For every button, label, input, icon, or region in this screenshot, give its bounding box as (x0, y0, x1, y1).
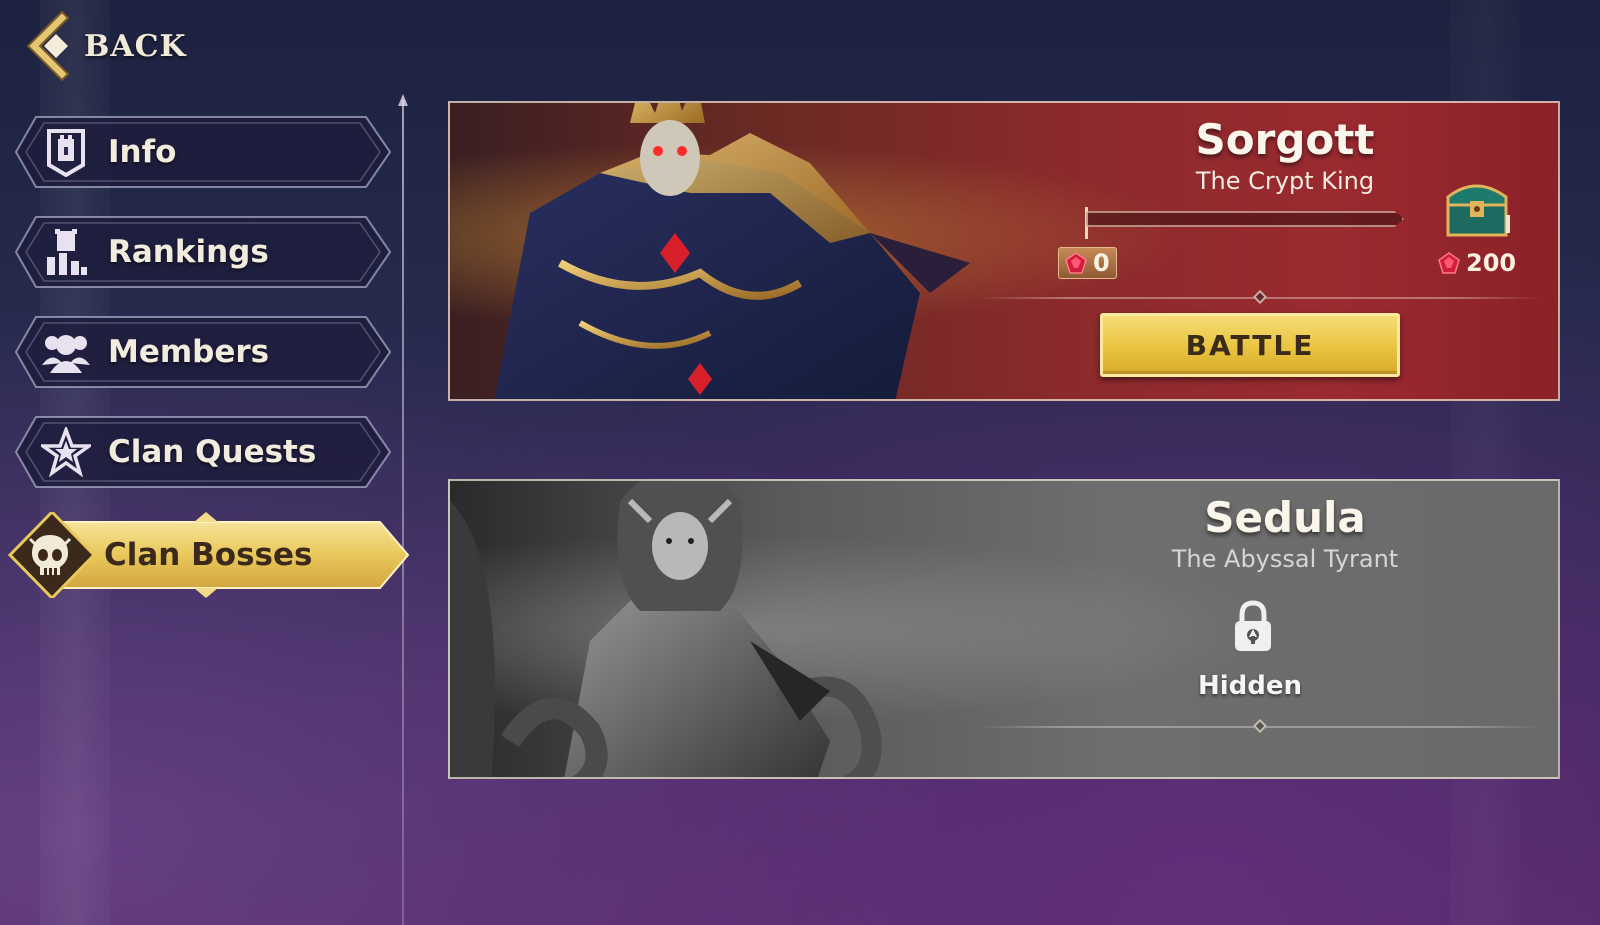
damage-progress-bar (1086, 211, 1404, 227)
target-gem-value: 200 (1466, 249, 1517, 277)
rankings-tower-icon (38, 224, 94, 280)
star-icon (38, 424, 94, 480)
sidebar-item-label: Clan Bosses (104, 537, 313, 573)
padlock-icon (1235, 600, 1271, 651)
sidebar-item-label: Members (108, 334, 270, 370)
divider-diamond (1252, 718, 1268, 734)
divider-diamond (1252, 289, 1268, 305)
members-icon (38, 324, 94, 380)
sidebar-item-rankings[interactable]: Rankings (14, 215, 392, 289)
current-gem-count: 0 (1058, 247, 1117, 279)
boss-name: Sorgott (1195, 115, 1375, 164)
boss-portrait-sorgott (494, 103, 970, 399)
treasure-chest-icon[interactable] (1440, 175, 1514, 239)
red-gem-icon (1065, 252, 1087, 274)
boss-name: Sedula (1204, 493, 1366, 542)
battle-button[interactable]: BATTLE (1100, 313, 1400, 377)
banner-tower-icon (38, 124, 94, 180)
lock-status (1198, 599, 1308, 660)
current-gem-value: 0 (1093, 249, 1110, 277)
back-label: BACK (84, 28, 187, 64)
back-button[interactable]: BACK (22, 8, 222, 84)
boss-title: The Abyssal Tyrant (1171, 545, 1399, 573)
sidebar-item-label: Rankings (108, 234, 269, 270)
sidebar-item-info[interactable]: Info (14, 115, 392, 189)
boss-card-sedula[interactable]: Sedula The Abyssal Tyrant Hidden (448, 479, 1560, 779)
skull-emblem-icon (20, 527, 80, 583)
sidebar-divider-tip (398, 94, 408, 106)
back-arrow-icon (26, 10, 70, 82)
battle-label: BATTLE (1185, 328, 1315, 362)
boss-portrait-sedula (450, 481, 882, 777)
sidebar-item-clan-bosses[interactable]: Clan Bosses (6, 512, 410, 598)
sidebar-item-clan-quests[interactable]: Clan Quests (14, 415, 392, 489)
sidebar-item-label: Info (108, 134, 177, 170)
hidden-status-label: Hidden (1197, 671, 1303, 701)
target-gem-count: 200 (1438, 249, 1516, 277)
boss-card-sorgott[interactable]: Sorgott The Crypt King 0 200 BATTLE (448, 101, 1560, 401)
sidebar-item-members[interactable]: Members (14, 315, 392, 389)
red-gem-icon (1438, 252, 1460, 274)
sidebar-item-label: Clan Quests (108, 434, 317, 470)
